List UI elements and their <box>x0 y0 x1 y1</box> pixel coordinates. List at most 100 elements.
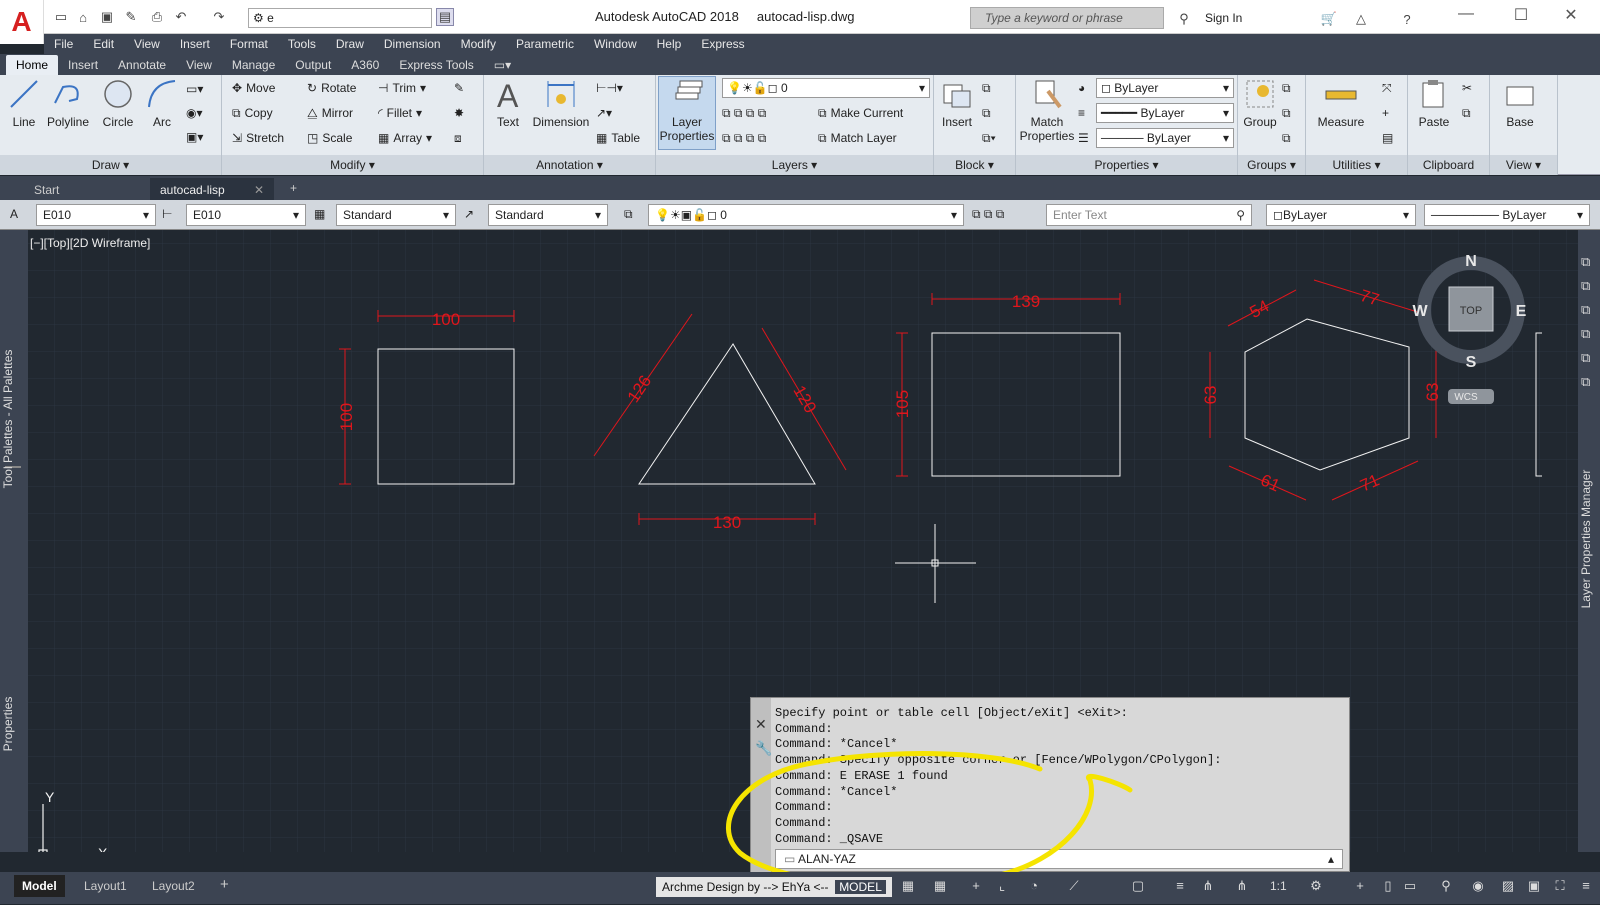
hardware-accel-icon[interactable]: ▨ <box>1498 878 1518 896</box>
binoculars-icon[interactable]: ⚲ <box>1175 10 1193 28</box>
sign-in-button[interactable]: Sign In <box>1205 11 1242 25</box>
grid-icon[interactable]: ▦ <box>898 878 918 896</box>
move-button[interactable]: ✥ Move <box>232 78 275 98</box>
table-button[interactable]: ▦ Table <box>596 128 640 148</box>
scale-button[interactable]: ◳ Scale <box>307 128 352 148</box>
polyline-button[interactable]: Polyline <box>42 77 94 129</box>
erase-icon[interactable]: ✎ <box>454 78 464 98</box>
tool-palettes-label[interactable]: Tool Palettes - All Palettes <box>1 319 19 519</box>
cut-icon[interactable]: ✂ <box>1462 78 1472 98</box>
layer-tools-row1-icon[interactable]: ⧉ ⧉ ⧉ ⧉ <box>722 103 766 123</box>
tab-home[interactable]: Home <box>6 55 59 75</box>
point-icon[interactable]: + <box>1382 103 1389 123</box>
properties-palette-label[interactable]: Properties <box>1 674 19 774</box>
isolate-objects-icon[interactable]: ◉ <box>1468 878 1488 896</box>
close-tab-icon[interactable]: ✕ <box>254 183 264 197</box>
dim-style-dropdown[interactable]: E010 ▾ <box>186 204 306 226</box>
mleader-style-dropdown[interactable]: Standard ▾ <box>488 204 608 226</box>
properties-panel-title[interactable]: Properties ▾ <box>1016 155 1237 175</box>
add-layout-icon[interactable]: + <box>212 875 237 897</box>
annotation-monitor-icon[interactable]: + <box>1350 878 1370 896</box>
copy-button[interactable]: ⧉ Copy <box>232 103 273 123</box>
save-as-icon[interactable]: ✎ <box>122 8 140 26</box>
menu-file[interactable]: File <box>44 37 83 51</box>
toolbar-color-dropdown[interactable]: ◻ByLayer ▾ <box>1266 204 1416 226</box>
tab-a360[interactable]: A360 <box>341 55 389 75</box>
menu-dimension[interactable]: Dimension <box>374 37 451 51</box>
draw-panel-title[interactable]: Draw ▾ <box>0 155 221 175</box>
annotation-panel-title[interactable]: Annotation ▾ <box>484 155 655 175</box>
menu-tools[interactable]: Tools <box>278 37 326 51</box>
close-command-icon[interactable]: ✕ <box>755 716 767 733</box>
menu-edit[interactable]: Edit <box>83 37 124 51</box>
cart-icon[interactable]: 🛒 <box>1320 10 1338 28</box>
menu-parametric[interactable]: Parametric <box>506 37 584 51</box>
base-view-button[interactable]: Base <box>1496 77 1544 129</box>
enter-text-input[interactable]: Enter Text ⚲ <box>1046 204 1252 226</box>
text-style-dropdown[interactable]: E010 ▾ <box>36 204 156 226</box>
tab-view[interactable]: View <box>176 55 222 75</box>
lineweight-toggle-icon[interactable]: ≡ <box>1170 878 1190 896</box>
hatch-icon[interactable]: ◉▾ <box>186 103 203 123</box>
measure-button[interactable]: Measure <box>1310 77 1372 129</box>
layer-states-icon[interactable]: ⧉ <box>624 207 633 222</box>
ribbon-options-icon[interactable]: ▭▾ <box>484 55 521 75</box>
snap-icon[interactable]: ▦ <box>930 878 950 896</box>
units-icon[interactable]: ▯ <box>1378 878 1398 896</box>
trim-button[interactable]: ⊣ Trim ▾ <box>378 78 426 98</box>
text-button[interactable]: A Text <box>488 77 528 129</box>
maximize-button[interactable]: ☐ <box>1500 5 1542 29</box>
make-current-button[interactable]: ⧉ Make Current <box>818 103 903 123</box>
view-panel-title[interactable]: View ▾ <box>1490 155 1557 175</box>
osnap-icon[interactable]: ▢ <box>1128 878 1148 896</box>
menu-draw[interactable]: Draw <box>326 37 374 51</box>
menu-view[interactable]: View <box>124 37 170 51</box>
group-select-icon[interactable]: ⧉ <box>1282 128 1291 148</box>
rectangle-icon[interactable]: ▭▾ <box>186 79 203 99</box>
workspace-dropdown[interactable]: ⚙ e <box>248 8 432 28</box>
new-tab-button[interactable]: + <box>282 178 308 200</box>
polar-icon[interactable]: ◔ <box>1024 878 1044 896</box>
edit-block-icon[interactable]: ⧉ <box>982 103 991 123</box>
tab-annotate[interactable]: Annotate <box>108 55 176 75</box>
help-search-input[interactable]: Type a keyword or phrase <box>970 7 1164 29</box>
menu-help[interactable]: Help <box>647 37 692 51</box>
workspace-switch-icon[interactable]: ⚙ <box>1306 878 1326 896</box>
circle-button[interactable]: Circle <box>96 77 140 129</box>
block-panel-title[interactable]: Block ▾ <box>934 155 1015 175</box>
paste-button[interactable]: Paste <box>1412 77 1456 129</box>
share-icon[interactable]: ▤ <box>436 8 454 26</box>
viewcube-south[interactable]: S <box>1466 354 1477 371</box>
array-button[interactable]: ▦ Array ▾ <box>378 128 432 148</box>
close-window-button[interactable]: ✕ <box>1550 5 1592 29</box>
menu-icon[interactable]: ≡ <box>1576 878 1596 896</box>
layer-dropdown[interactable]: 💡☀🔓◻ 0 ▾ <box>722 78 930 98</box>
save-icon[interactable]: ▣ <box>98 8 116 26</box>
quick-properties-icon[interactable]: ▭ <box>1400 878 1420 896</box>
leader-icon[interactable]: ↗▾ <box>596 103 612 123</box>
mirror-button[interactable]: ⧋ Mirror <box>307 103 353 123</box>
customization-icon[interactable]: ⛶ <box>1550 878 1570 896</box>
match-layer-button[interactable]: ⧉ Match Layer <box>818 128 897 148</box>
ungroup-icon[interactable]: ⧉ <box>1282 78 1291 98</box>
tab-output[interactable]: Output <box>285 55 341 75</box>
menu-modify[interactable]: Modify <box>451 37 506 51</box>
clean-screen-icon[interactable]: ▣ <box>1524 878 1544 896</box>
application-menu-button[interactable]: A <box>0 0 44 44</box>
print-icon[interactable]: ⎙ <box>148 8 166 26</box>
layout-tab-model[interactable]: Model <box>14 875 65 897</box>
fillet-button[interactable]: ◜ Fillet ▾ <box>378 103 422 123</box>
block-attrib-icon[interactable]: ⧉▾ <box>982 128 996 148</box>
stretch-button[interactable]: ⇲ Stretch <box>232 128 284 148</box>
layout-tab-layout2[interactable]: Layout2 <box>144 875 203 897</box>
viewcube-west[interactable]: W <box>1412 303 1428 320</box>
ortho-icon[interactable]: ⌞ <box>992 878 1012 896</box>
viewcube-east[interactable]: E <box>1516 303 1527 320</box>
clipboard-panel-title[interactable]: Clipboard <box>1408 155 1489 175</box>
model-space-toggle[interactable]: MODEL <box>835 880 886 894</box>
toolbar-linetype-dropdown[interactable]: ──────── ByLayer ▾ <box>1424 204 1590 226</box>
tab-manage[interactable]: Manage <box>222 55 285 75</box>
rotate-button[interactable]: ↻ Rotate <box>307 78 356 98</box>
linear-dim-icon[interactable]: ⊢⊣▾ <box>596 78 623 98</box>
menu-window[interactable]: Window <box>584 37 647 51</box>
